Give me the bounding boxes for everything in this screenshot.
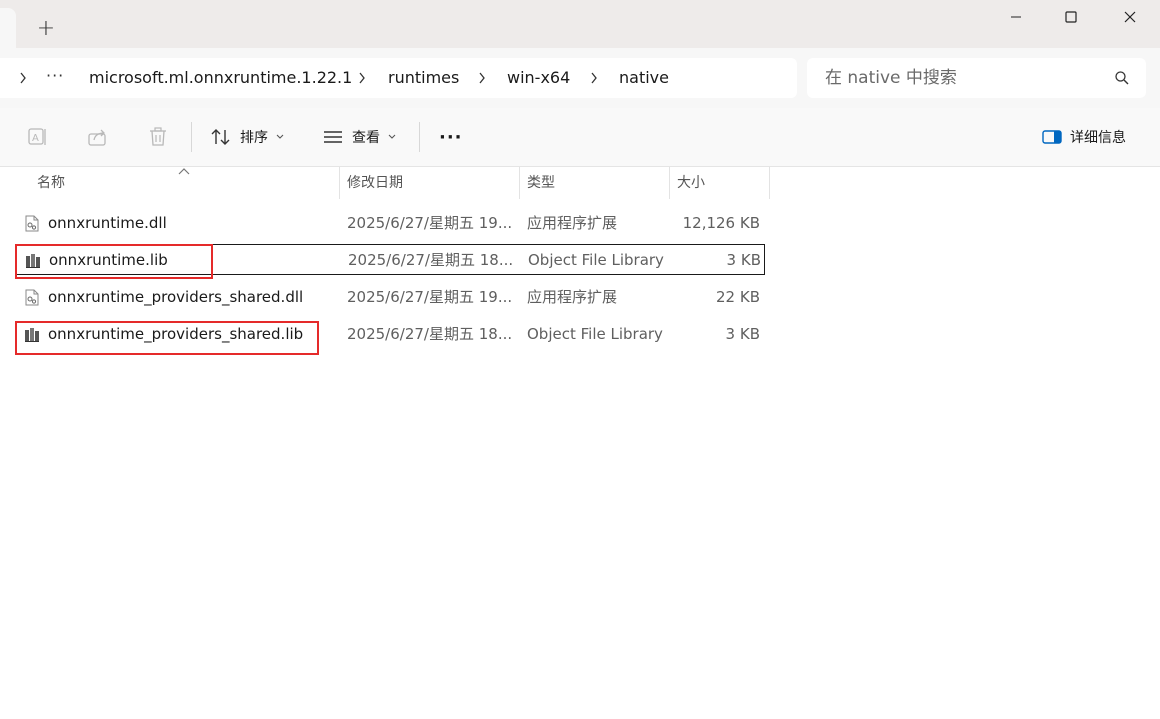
svg-text:A: A xyxy=(32,133,39,144)
search-icon[interactable] xyxy=(1114,70,1130,86)
chevron-right-icon[interactable] xyxy=(475,68,489,88)
search-placeholder: 在 native 中搜索 xyxy=(825,68,957,88)
share-icon[interactable] xyxy=(87,126,109,148)
active-tab-edge[interactable] xyxy=(0,8,16,48)
file-name: onnxruntime_providers_shared.dll xyxy=(48,288,304,306)
search-box[interactable]: 在 native 中搜索 xyxy=(807,58,1146,98)
column-divider[interactable] xyxy=(669,167,670,199)
file-type: Object File Library xyxy=(528,251,664,269)
toolbar-divider xyxy=(191,122,192,152)
maximize-icon xyxy=(1065,11,1077,23)
column-divider[interactable] xyxy=(519,167,520,199)
file-row[interactable]: onnxruntime.dll 2025/6/27/星期五 19... 应用程序… xyxy=(16,208,765,239)
view-label: 查看 xyxy=(352,130,380,146)
file-modified: 2025/6/27/星期五 18... xyxy=(347,325,513,343)
chevron-down-icon xyxy=(388,134,396,139)
breadcrumb-item[interactable]: win-x64 xyxy=(507,66,570,90)
file-type: Object File Library xyxy=(527,325,663,343)
dll-file-icon xyxy=(25,215,39,232)
minimize-button[interactable] xyxy=(988,0,1044,34)
breadcrumb-overflow-button[interactable]: ··· xyxy=(46,66,64,90)
file-list: 名称 修改日期 类型 大小 onnxruntime.dll 2025/6/27/… xyxy=(0,167,1160,719)
address-row: ··· microsoft.ml.onnxruntime.1.22.1 runt… xyxy=(0,48,1160,108)
delete-icon[interactable] xyxy=(147,126,169,148)
see-more-button[interactable]: ··· xyxy=(439,122,463,152)
view-button[interactable]: 查看 xyxy=(322,122,396,152)
view-list-icon xyxy=(324,131,342,143)
sort-ascending-icon xyxy=(178,168,190,175)
highlight-box xyxy=(15,244,213,279)
file-size: 22 KB xyxy=(716,288,760,306)
breadcrumb-item[interactable]: runtimes xyxy=(388,66,459,90)
dll-file-icon xyxy=(25,289,39,306)
chevron-down-icon xyxy=(276,134,284,139)
column-header-type[interactable]: 类型 xyxy=(527,167,555,199)
command-bar: A 排序 查看 ··· 详细信息 xyxy=(0,108,1160,167)
details-label: 详细信息 xyxy=(1070,130,1126,146)
sort-button[interactable]: 排序 xyxy=(210,122,284,152)
file-modified: 2025/6/27/星期五 18... xyxy=(348,251,514,269)
sort-label: 排序 xyxy=(240,130,268,146)
file-size: 3 KB xyxy=(726,251,761,269)
column-header-size[interactable]: 大小 xyxy=(677,167,705,199)
rename-icon[interactable]: A xyxy=(27,126,49,148)
minimize-icon xyxy=(1011,16,1021,18)
file-modified: 2025/6/27/星期五 19... xyxy=(347,214,513,232)
address-bar[interactable]: ··· microsoft.ml.onnxruntime.1.22.1 runt… xyxy=(0,58,797,98)
column-divider[interactable] xyxy=(339,167,340,199)
highlight-box xyxy=(15,321,319,355)
new-tab-button[interactable]: + xyxy=(32,14,60,42)
file-row[interactable]: onnxruntime_providers_shared.dll 2025/6/… xyxy=(16,282,765,313)
file-modified: 2025/6/27/星期五 19... xyxy=(347,288,513,306)
maximize-button[interactable] xyxy=(1043,0,1099,34)
file-type: 应用程序扩展 xyxy=(527,214,618,232)
column-divider[interactable] xyxy=(769,167,770,199)
sort-icon xyxy=(211,129,230,145)
title-bar: + xyxy=(0,0,1160,48)
chevron-right-icon[interactable] xyxy=(355,68,369,88)
details-pane-icon xyxy=(1042,130,1062,144)
column-header-name[interactable]: 名称 xyxy=(37,167,65,199)
details-pane-button[interactable]: 详细信息 xyxy=(1042,122,1126,152)
file-name: onnxruntime.dll xyxy=(48,214,167,232)
chevron-right-icon[interactable] xyxy=(16,68,30,88)
file-size: 3 KB xyxy=(725,325,760,343)
breadcrumb-item[interactable]: microsoft.ml.onnxruntime.1.22.1 xyxy=(89,66,352,90)
file-size: 12,126 KB xyxy=(682,214,760,232)
file-type: 应用程序扩展 xyxy=(527,288,618,306)
column-header-modified[interactable]: 修改日期 xyxy=(347,167,403,199)
close-button[interactable] xyxy=(1102,0,1158,34)
breadcrumb-item-current[interactable]: native xyxy=(619,66,669,90)
chevron-right-icon[interactable] xyxy=(587,68,601,88)
toolbar-divider xyxy=(419,122,420,152)
close-icon xyxy=(1124,11,1136,23)
